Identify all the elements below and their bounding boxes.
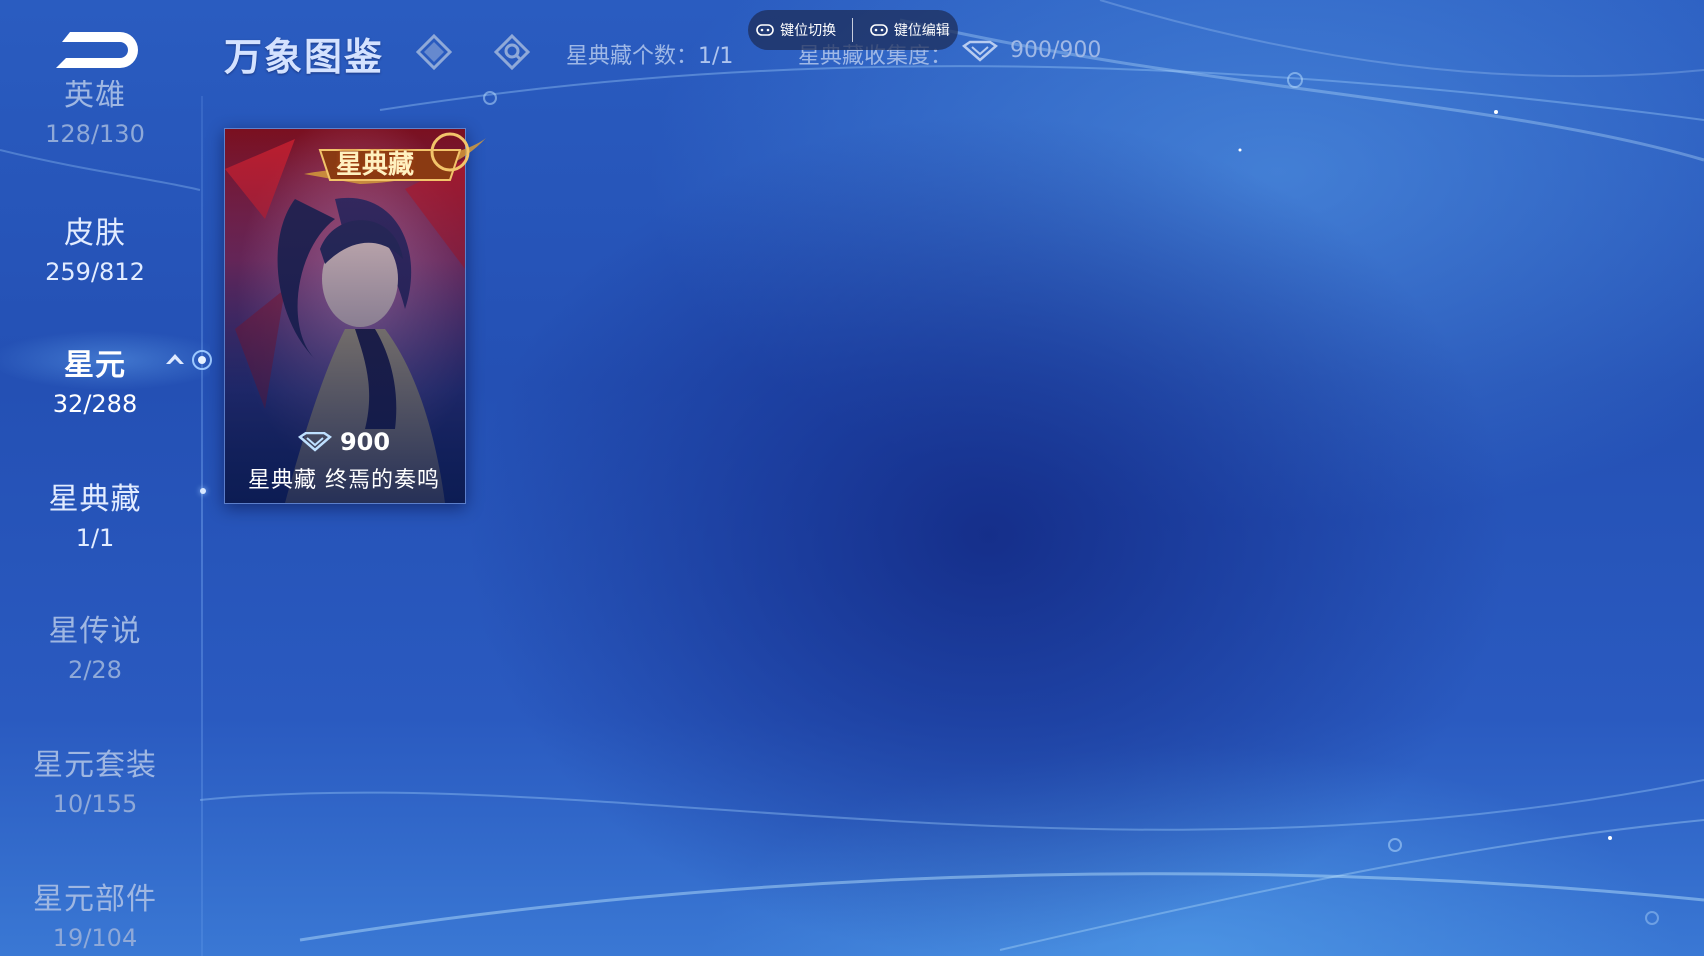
- sidebar-divider: [201, 96, 203, 956]
- search-icon[interactable]: [492, 32, 532, 72]
- sidebar-item-star-collection[interactable]: 星典藏 1/1: [0, 474, 190, 552]
- sidebar-item-label: 星典藏: [48, 482, 142, 517]
- key-switch-button[interactable]: 键位切换: [756, 20, 836, 40]
- sidebar-item-star-sets[interactable]: 星元套装 10/155: [0, 740, 190, 818]
- sidebar-item-heroes[interactable]: 英雄 128/130: [0, 80, 190, 148]
- category-sidebar: 英雄 128/130 皮肤 259/812 星元 32/288 星典藏 1/1 …: [0, 80, 200, 956]
- key-edit-label: 键位编辑: [893, 23, 950, 39]
- sidebar-item-star-parts[interactable]: 星元部件 19/104: [0, 874, 190, 952]
- expand-up-icon[interactable]: [166, 346, 216, 374]
- key-bar-divider: [852, 18, 854, 42]
- key-switch-label: 键位切换: [780, 23, 837, 39]
- sidebar-item-label: 皮肤: [64, 216, 126, 251]
- key-edit-button[interactable]: 键位编辑: [870, 20, 950, 40]
- sidebar-item-count: 128/130: [45, 120, 145, 148]
- gem-icon: [297, 432, 332, 452]
- card-badge-label: 星典藏: [336, 150, 415, 180]
- sidebar-item-label: 星元部件: [33, 882, 157, 917]
- back-arrow-icon: [56, 32, 138, 68]
- collection-progress-value: 900/900: [1010, 38, 1102, 63]
- sidebar-item-count: 259/812: [45, 258, 145, 286]
- sidebar-item-star-element[interactable]: 星元 32/288: [0, 340, 190, 418]
- sidebar-dot-indicator: [200, 488, 206, 494]
- diamond-filter-icon: [416, 34, 452, 70]
- sidebar-item-label: 星元套装: [33, 748, 157, 783]
- sidebar-item-count: 19/104: [52, 924, 138, 952]
- sidebar-item-star-legend[interactable]: 星传说 2/28: [0, 606, 190, 684]
- magnifier-icon: [494, 34, 530, 70]
- gamepad-icon: [756, 24, 774, 36]
- card-name: 星典藏 终焉的奏鸣: [248, 468, 440, 493]
- card-value: 900: [224, 428, 464, 456]
- collection-count-value: 1/1: [698, 44, 734, 69]
- sidebar-item-label: 星元: [64, 348, 126, 383]
- sidebar-item-label: 英雄: [64, 80, 126, 113]
- key-bar: 键位切换 键位编辑: [748, 10, 958, 50]
- back-button[interactable]: [50, 22, 146, 78]
- sidebar-item-count: 32/288: [52, 390, 138, 418]
- filter-icon[interactable]: [414, 32, 454, 72]
- collection-count-label: 星典藏个数：: [566, 44, 699, 69]
- collection-gem-icon: [962, 40, 998, 62]
- sidebar-item-label: 星传说: [48, 614, 142, 649]
- sidebar-item-count: 1/1: [75, 524, 115, 552]
- sidebar-item-skins[interactable]: 皮肤 259/812: [0, 208, 190, 286]
- card-value-number: 900: [339, 428, 391, 456]
- collection-count: 星典藏个数：1/1: [566, 38, 733, 70]
- gamepad-icon: [870, 24, 888, 36]
- sidebar-item-count: 2/28: [68, 656, 122, 684]
- page-title: 万象图鉴: [224, 35, 385, 79]
- sidebar-item-count: 10/155: [52, 790, 138, 818]
